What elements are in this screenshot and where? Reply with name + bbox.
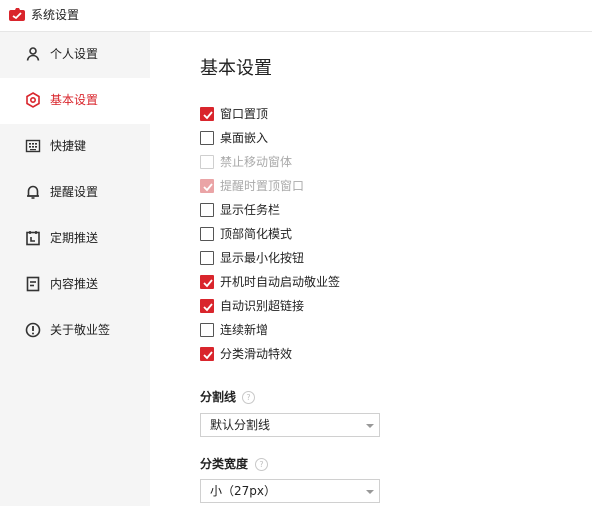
app-logo-icon [9, 8, 25, 21]
window-title: 系统设置 [31, 8, 80, 22]
checkbox[interactable] [200, 251, 214, 265]
page-title: 基本设置 [200, 58, 272, 79]
checkbox[interactable] [200, 131, 214, 145]
category-width-select[interactable]: 小（27px） [200, 479, 380, 503]
checkbox[interactable] [200, 347, 214, 361]
option-label: 提醒时置顶窗口 [220, 179, 305, 193]
checkbox[interactable] [200, 299, 214, 313]
sidebar-item-reminders[interactable]: 提醒设置 [0, 170, 150, 216]
option-label: 窗口置顶 [220, 107, 269, 121]
keyboard-icon [25, 139, 41, 153]
sidebar-item-label: 关于敬业签 [50, 323, 111, 337]
sidebar-item-label: 定期推送 [50, 231, 99, 245]
category-width-label: 分类宽度 [200, 457, 249, 471]
help-icon[interactable]: ? [255, 458, 268, 471]
option-label: 自动识别超链接 [220, 299, 305, 313]
settings-circle-icon [26, 92, 40, 108]
calendar-icon [26, 231, 40, 246]
checkbox[interactable] [200, 323, 214, 337]
checkbox[interactable] [200, 107, 214, 121]
option-label: 禁止移动窗体 [220, 155, 293, 169]
sidebar: 个人设置 基本设置 快捷键 提醒设置 定期推送 内容推送 关于敬业签 [0, 32, 150, 506]
option-label: 显示任务栏 [220, 203, 281, 217]
sidebar-item-label: 个人设置 [50, 47, 99, 61]
sidebar-item-label: 提醒设置 [50, 185, 99, 199]
sidebar-item-content-push[interactable]: 内容推送 [0, 262, 150, 308]
select-value: 默认分割线 [210, 418, 271, 432]
checkbox [200, 179, 214, 193]
sidebar-item-label: 快捷键 [50, 139, 87, 153]
option-label: 显示最小化按钮 [220, 251, 305, 265]
sidebar-item-label: 基本设置 [50, 93, 99, 107]
option-label: 分类滑动特效 [220, 347, 293, 361]
sidebar-item-scheduled-push[interactable]: 定期推送 [0, 216, 150, 262]
title-bar: 系统设置 [0, 0, 592, 32]
checkbox[interactable] [200, 203, 214, 217]
option-label: 桌面嵌入 [220, 131, 269, 145]
sidebar-item-label: 内容推送 [50, 277, 99, 291]
divider-field-label: 分割线 [200, 390, 237, 404]
main-panel: 基本设置 窗口置顶 桌面嵌入 禁止移动窗体 提醒时置顶窗口 显示任务栏 顶部简化… [150, 32, 592, 506]
info-icon [25, 322, 41, 338]
person-icon [26, 47, 40, 61]
chevron-down-icon [366, 490, 374, 494]
bell-icon [27, 185, 39, 199]
sidebar-item-basic[interactable]: 基本设置 [0, 78, 150, 124]
divider-select[interactable]: 默认分割线 [200, 413, 380, 437]
checkbox [200, 155, 214, 169]
select-value: 小（27px） [210, 484, 276, 498]
option-label: 连续新增 [220, 323, 269, 337]
document-icon [26, 276, 40, 292]
chevron-down-icon [366, 424, 374, 428]
checkbox[interactable] [200, 275, 214, 289]
help-icon[interactable]: ? [242, 391, 255, 404]
checkbox[interactable] [200, 227, 214, 241]
sidebar-item-about[interactable]: 关于敬业签 [0, 308, 150, 354]
sidebar-item-personal[interactable]: 个人设置 [0, 32, 150, 78]
sidebar-item-shortcuts[interactable]: 快捷键 [0, 124, 150, 170]
option-label: 顶部简化模式 [220, 227, 293, 241]
option-label: 开机时自动启动敬业签 [220, 275, 341, 289]
